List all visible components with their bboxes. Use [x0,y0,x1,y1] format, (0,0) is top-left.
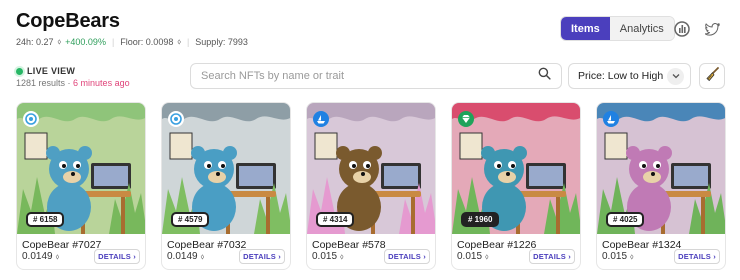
nft-card[interactable]: # 4579 CopeBear #7032 0.0149 ⬨ DETAILS › [161,102,291,270]
price-value: 0.015 [602,251,628,262]
change-percent: +400.09% [65,37,106,47]
floor-label: Floor: 0.0098 [120,37,174,47]
nft-price: 0.0149 ⬨ [22,251,59,262]
price-value: 0.0149 [167,251,198,262]
marketplace-swirl-icon [168,111,184,127]
tab-analytics[interactable]: Analytics [609,17,674,40]
results-summary: 1281 results · 6 minutes ago [16,78,130,88]
view-toggle: Items Analytics [560,16,675,41]
nft-image[interactable]: # 4579 [162,103,290,234]
tab-items[interactable]: Items [561,17,610,40]
eth-icon: ⬨ [630,251,634,261]
nft-card[interactable]: # 1960 CopeBear #1226 0.015 ⬨ DETAILS › [451,102,581,270]
nft-image[interactable]: # 4314 [307,103,435,234]
diamond-icon [458,111,474,127]
nft-price: 0.015 ⬨ [602,251,634,262]
rarity-rank-badge: # 4314 [316,212,355,227]
nft-card[interactable]: # 6158 CopeBear #7027 0.0149 ⬨ DETAILS › [16,102,146,270]
eth-icon: ⬨ [340,251,344,261]
sort-selected: Price: Low to High [578,70,664,82]
nft-price: 0.015 ⬨ [457,251,489,262]
nft-name[interactable]: CopeBear #7032 [167,239,246,251]
twitter-icon[interactable] [703,20,721,38]
live-dot-icon [16,67,23,75]
details-button[interactable]: DETAILS › [674,249,720,264]
results-count: 1281 results [16,78,66,88]
collection-stats: 24h: 0.27 ⬨ +400.09% | Floor: 0.0098 ⬨ |… [16,37,248,47]
eth-icon: ⬨ [177,37,181,46]
stats-chart-icon[interactable] [673,20,691,38]
live-view-label: LIVE VIEW [27,66,76,76]
change-label: 24h: 0.27 [16,37,54,47]
nft-name[interactable]: CopeBear #1226 [457,239,536,251]
nft-image[interactable]: # 4025 [597,103,725,234]
nft-card[interactable]: # 4025 CopeBear #1324 0.015 ⬨ DETAILS › [596,102,726,270]
price-value: 0.015 [312,251,338,262]
price-value: 0.015 [457,251,483,262]
last-updated: 6 minutes ago [73,78,130,88]
eth-icon: ⬨ [200,251,205,261]
nft-name[interactable]: CopeBear #7027 [22,239,101,251]
rarity-rank-badge: # 6158 [26,212,65,227]
rarity-rank-badge: # 1960 [461,212,500,227]
chevron-down-icon [667,67,684,85]
live-view-indicator: LIVE VIEW [16,66,75,76]
divider: | [186,37,190,47]
clear-filters-button[interactable] [699,63,725,89]
details-button[interactable]: DETAILS › [529,249,575,264]
search-input[interactable] [201,70,538,82]
details-button[interactable]: DETAILS › [94,249,140,264]
nft-name[interactable]: CopeBear #578 [312,239,386,251]
eth-icon: ⬨ [485,251,489,261]
supply-label: Supply: 7993 [195,37,248,47]
nft-image[interactable]: # 6158 [17,103,145,234]
nft-grid: # 6158 CopeBear #7027 0.0149 ⬨ DETAILS › [16,102,726,270]
nft-name[interactable]: CopeBear #1324 [602,239,681,251]
nft-card[interactable]: # 4314 CopeBear #578 0.015 ⬨ DETAILS › [306,102,436,270]
ship-icon [313,111,329,127]
nft-image[interactable]: # 1960 [452,103,580,234]
divider: | [111,37,115,47]
details-button[interactable]: DETAILS › [239,249,285,264]
search-icon[interactable] [538,67,551,85]
nft-price: 0.015 ⬨ [312,251,344,262]
broom-icon [704,66,720,87]
nft-price: 0.0149 ⬨ [167,251,204,262]
rarity-rank-badge: # 4579 [171,212,210,227]
eth-icon: ⬨ [55,251,60,261]
ship-icon [603,111,619,127]
price-value: 0.0149 [22,251,53,262]
rarity-rank-badge: # 4025 [606,212,645,227]
details-button[interactable]: DETAILS › [384,249,430,264]
collection-title: CopeBears [16,10,120,32]
eth-icon: ⬨ [57,37,62,46]
marketplace-swirl-icon [23,111,39,127]
search-box [190,63,562,89]
sort-select[interactable]: Price: Low to High [568,63,691,89]
